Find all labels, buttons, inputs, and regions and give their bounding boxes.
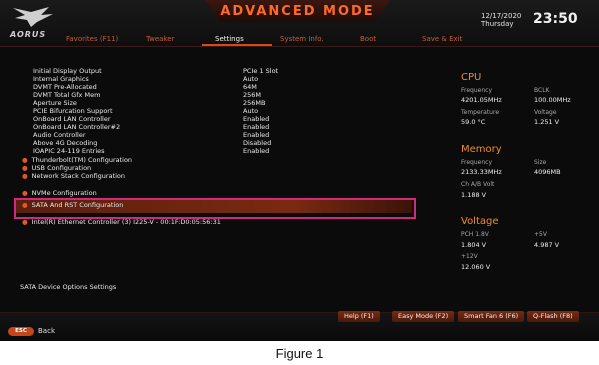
submenu-label: Intel(R) Ethernet Controller (3) I225-V … [31, 218, 221, 226]
day-text: Thursday [481, 20, 514, 28]
cpu-frequency-value: 4201.05MHz [461, 96, 502, 104]
setting-aperture-size[interactable]: Aperture Size [33, 99, 77, 107]
active-tab-indicator [202, 44, 272, 46]
help-button[interactable]: Help (F1) [338, 311, 380, 322]
tab-favorites[interactable]: Favorites (F11) [66, 35, 118, 43]
memory-title: Memory [461, 144, 502, 155]
clock: 23:50 [533, 11, 578, 27]
setting-audio-controller[interactable]: Audio Controller [33, 131, 86, 139]
setting-internal-graphics[interactable]: Internal Graphics [33, 75, 89, 83]
help-text: SATA Device Options Settings [20, 283, 117, 291]
tab-system-info[interactable]: System Info. [280, 35, 324, 43]
aorus-logo-text: AORUS [10, 30, 47, 39]
setting-dvmt-total-gfx-mem[interactable]: DVMT Total Gfx Mem [33, 91, 100, 99]
cpu-voltage-value: 1.251 V [534, 118, 560, 126]
bios-screen: AORUS ADVANCED MODE 12/17/2020 Thursday … [0, 0, 599, 341]
tab-save-exit[interactable]: Save & Exit [422, 35, 462, 43]
aorus-eagle-logo-icon [13, 7, 53, 27]
setting-value[interactable]: Enabled [243, 131, 269, 139]
submenu-nvme[interactable]: ● NVMe Configuration [22, 189, 97, 197]
setting-value[interactable]: Auto [243, 75, 258, 83]
cpu-voltage-label: Voltage [534, 109, 557, 116]
mode-title: ADVANCED MODE [220, 4, 375, 19]
figure-caption: Figure 1 [275, 346, 324, 361]
back-button[interactable]: Back [38, 327, 55, 335]
cpu-temperature-label: Temperature [461, 109, 500, 116]
12v-value: 12.060 V [461, 263, 491, 271]
submenu-label: USB Configuration [31, 164, 92, 172]
cpu-title: CPU [461, 72, 482, 83]
cpu-bclk-label: BCLK [534, 87, 550, 94]
cpu-bclk-value: 100.00MHz [534, 96, 571, 104]
tab-settings[interactable]: Settings [215, 35, 244, 43]
submenu-network-stack[interactable]: ● Network Stack Configuration [22, 172, 125, 180]
setting-value[interactable]: Disabled [243, 139, 271, 147]
setting-initial-display-output[interactable]: Initial Display Output [33, 67, 102, 75]
setting-onboard-lan[interactable]: OnBoard LAN Controller [33, 115, 111, 123]
date-display: 12/17/2020 Thursday [481, 12, 521, 28]
voltage-title: Voltage [461, 216, 499, 227]
setting-value[interactable]: 256M [243, 91, 261, 99]
memory-chab-label: Ch A/B Volt [461, 181, 495, 188]
5v-label: +5V [534, 231, 547, 238]
submenu-sata-rst[interactable]: ● SATA And RST Configuration [22, 201, 123, 209]
setting-value[interactable]: Enabled [243, 123, 269, 131]
submenu-label: Thunderbolt(TM) Configuration [31, 156, 133, 164]
memory-size-label: Size [534, 159, 547, 166]
q-flash-button[interactable]: Q-Flash (F8) [527, 311, 579, 322]
hardware-monitor-panel: CPU Frequency BCLK 4201.05MHz 100.00MHz … [452, 60, 599, 306]
bullet-icon: ● [22, 156, 28, 164]
setting-value[interactable]: 256MB [243, 99, 265, 107]
tab-tweaker[interactable]: Tweaker [146, 35, 174, 43]
bullet-icon: ● [22, 164, 28, 172]
bullet-icon: ● [22, 189, 28, 197]
setting-value[interactable]: PCIe 1 Slot [243, 67, 278, 75]
submenu-label: Network Stack Configuration [31, 172, 126, 180]
esc-key-icon[interactable]: ESC [8, 327, 34, 336]
smart-fan-button[interactable]: Smart Fan 6 (F6) [458, 311, 525, 322]
memory-frequency-value: 2133.33MHz [461, 168, 502, 176]
cpu-frequency-label: Frequency [461, 87, 492, 94]
cpu-temperature-value: 59.0 °C [461, 118, 486, 126]
setting-dvmt-pre-allocated[interactable]: DVMT Pre-Allocated [33, 83, 97, 91]
memory-size-value: 4096MB [534, 168, 561, 176]
setting-above-4g-decoding[interactable]: Above 4G Decoding [33, 139, 97, 147]
pch-voltage-label: PCH 1.8V [461, 231, 489, 238]
bullet-icon: ● [22, 172, 28, 180]
tab-boot[interactable]: Boot [360, 35, 376, 43]
pch-voltage-value: 1.804 V [461, 241, 487, 249]
submenu-label: SATA And RST Configuration [31, 201, 124, 209]
submenu-intel-ethernet[interactable]: ● Intel(R) Ethernet Controller (3) I225-V… [22, 218, 221, 226]
bullet-icon: ● [22, 201, 28, 209]
date-text: 12/17/2020 [481, 12, 522, 20]
setting-ioapic-entries[interactable]: IOAPIC 24-119 Entries [33, 147, 105, 155]
easy-mode-button[interactable]: Easy Mode (F2) [392, 311, 455, 322]
submenu-label: NVMe Configuration [31, 189, 97, 197]
setting-value[interactable]: Enabled [243, 115, 269, 123]
memory-frequency-label: Frequency [461, 159, 492, 166]
submenu-thunderbolt[interactable]: ● Thunderbolt(TM) Configuration [22, 156, 132, 164]
setting-value[interactable]: Enabled [243, 147, 269, 155]
setting-value[interactable]: Auto [243, 107, 258, 115]
5v-value: 4.987 V [534, 241, 560, 249]
submenu-usb[interactable]: ● USB Configuration [22, 164, 91, 172]
memory-chab-value: 1.188 V [461, 191, 487, 199]
setting-onboard-lan-2[interactable]: OnBoard LAN Controller#2 [33, 123, 120, 131]
bullet-icon: ● [22, 218, 28, 226]
12v-label: +12V [461, 253, 478, 260]
setting-pcie-bifurcation[interactable]: PCIE Bifurcation Support [33, 107, 113, 115]
setting-value[interactable]: 64M [243, 83, 257, 91]
